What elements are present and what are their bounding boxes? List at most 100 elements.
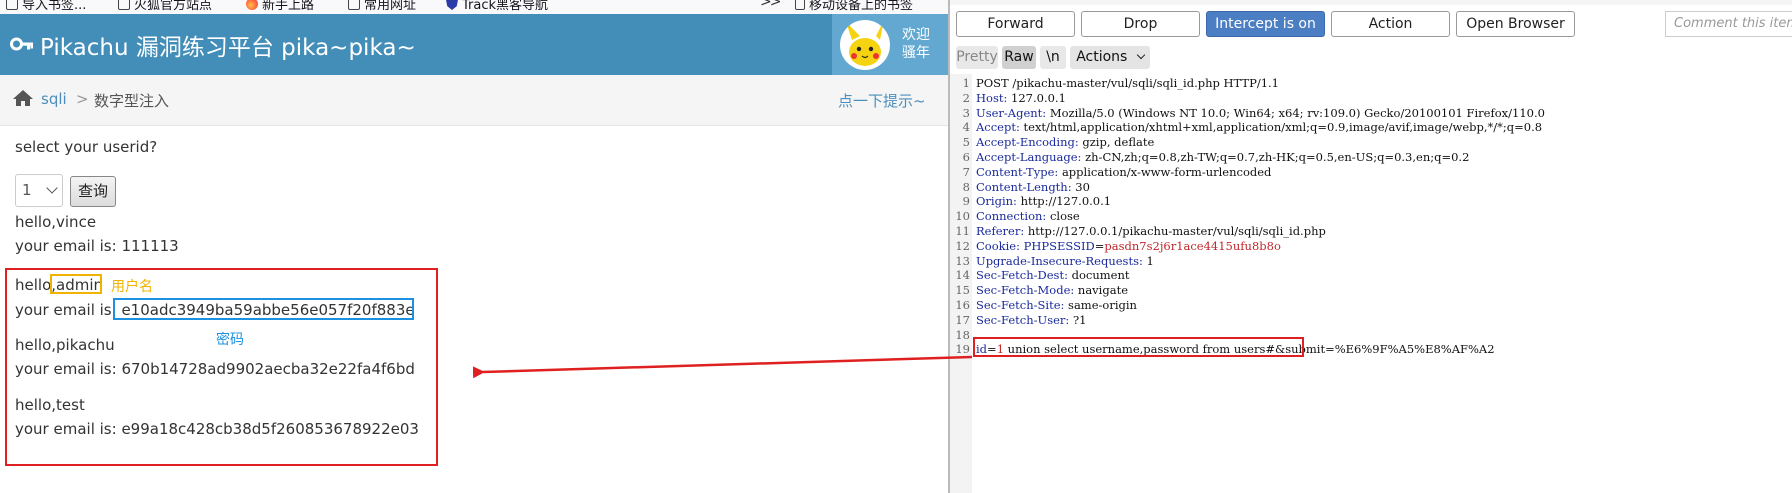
intercept-toggle-button[interactable]: Intercept is on (1206, 11, 1325, 37)
header-name: Host: (976, 90, 1012, 105)
request-line: Accept-Language: zh-CN,zh;q=0.8,zh-TW;q=… (976, 150, 1470, 164)
request-line: Accept: text/html,application/xhtml+xml,… (976, 120, 1543, 135)
folder-icon (348, 0, 360, 10)
key-icon (10, 37, 33, 51)
username-annotation: 用户名 (111, 279, 153, 295)
line-number: 7 (962, 164, 970, 179)
chevron-down-icon (1136, 50, 1146, 60)
request-line: Accept-Encoding: gzip, deflate (976, 135, 1155, 150)
burp-pane: Forward Drop Intercept is on Action Open… (948, 0, 1792, 493)
site-title-text: Pikachu 漏洞练习平台 pika~pika~ (40, 35, 416, 61)
email-value: 111113 (121, 237, 179, 255)
request-line: Sec-Fetch-Site: same-origin (976, 298, 1137, 312)
request-line: Sec-Fetch-Mode: navigate (976, 283, 1129, 298)
header-name: Sec-Fetch-Dest: (976, 268, 1072, 283)
selected-value: 1 (22, 181, 32, 199)
request-line: Cookie: PHPSESSID=pasdn7s2j6r1ace4415ufu… (976, 238, 1281, 253)
header-name: User-Agent: (976, 105, 1050, 120)
injection-highlight-box (973, 337, 1304, 357)
actions-dropdown[interactable]: Actions (1070, 46, 1150, 69)
comment-input[interactable]: Comment this item (1665, 11, 1792, 37)
request-line: Origin: http://127.0.0.1 (976, 194, 1112, 209)
request-line: User-Agent: Mozilla/5.0 (Windows NT 10.0… (976, 105, 1545, 120)
request-line: Upgrade-Insecure-Requests: 1 (976, 253, 1154, 268)
line-number: 17 (955, 312, 970, 327)
result-email: your email is: 111113 (15, 237, 179, 255)
tab-raw[interactable]: Raw (1002, 46, 1036, 69)
line-number: 3 (962, 105, 970, 120)
pikachu-avatar-icon (846, 20, 884, 66)
forward-button[interactable]: Forward (956, 11, 1075, 37)
header-name: Origin: (976, 194, 1021, 209)
main-content: select your userid? 1 查询 hello,vince you… (0, 126, 948, 493)
form-prompt: select your userid? (15, 138, 158, 156)
tab-pretty[interactable]: Pretty (956, 46, 998, 69)
bookmark-firefox-site[interactable]: 火狐官方站点 (118, 0, 212, 13)
welcome-line: 骚年 (902, 45, 930, 61)
line-number: 19 (955, 342, 970, 357)
header-name: Referer: (976, 224, 1028, 238)
line-number: 18 (955, 327, 970, 342)
header-name: Sec-Fetch-Site: (976, 298, 1069, 312)
bookmark-label: 火狐官方站点 (134, 0, 213, 13)
header-name: Sec-Fetch-Mode: (976, 283, 1078, 298)
line-number: 11 (955, 224, 970, 238)
folder-icon (118, 0, 130, 10)
more-bookmarks-icon[interactable]: >> (760, 0, 782, 10)
bookmark-label: 导入书签... (22, 0, 87, 13)
request-line: Sec-Fetch-Dest: document (976, 268, 1130, 283)
welcome-line: 欢迎 (902, 27, 930, 43)
user-menu[interactable]: 欢迎 骚年 (832, 14, 948, 75)
mobile-icon (795, 0, 805, 10)
line-number: 2 (962, 90, 970, 105)
line-number: 14 (955, 268, 970, 283)
email-prefix: your email is: (15, 237, 122, 255)
line-number: 9 (962, 194, 970, 209)
bookmark-getting-started[interactable]: 新手上路 (246, 0, 314, 13)
line-number: 6 (962, 150, 970, 164)
tab-newline[interactable]: \n (1040, 46, 1066, 69)
header-name: Content-Type: (976, 164, 1062, 179)
password-highlight-box (113, 298, 414, 320)
query-button[interactable]: 查询 (70, 176, 116, 207)
username-highlight-box (50, 274, 102, 294)
line-number: 10 (955, 209, 970, 224)
bookmark-track[interactable]: Track黑客导航 (446, 0, 548, 13)
action-button[interactable]: Action (1331, 11, 1450, 37)
bookmark-label: 新手上路 (262, 0, 315, 13)
bookmark-import[interactable]: 导入书签... (6, 0, 86, 13)
bookmark-label: Track黑客导航 (462, 0, 549, 13)
bookmark-label: 常用网址 (364, 0, 417, 13)
site-title[interactable]: Pikachu 漏洞练习平台 pika~pika~ (10, 28, 416, 62)
breadcrumb-sqli-link[interactable]: sqli (41, 90, 67, 108)
header-name: Connection: (976, 209, 1050, 224)
drop-button[interactable]: Drop (1081, 11, 1200, 37)
header-name: Upgrade-Insecure-Requests: (976, 253, 1147, 268)
avatar (840, 20, 890, 70)
home-icon[interactable] (12, 89, 34, 107)
line-number: 13 (955, 253, 970, 268)
chevron-down-icon (46, 182, 58, 194)
cookie-name: PHPSESSID (1023, 238, 1095, 253)
hint-link[interactable]: 点一下提示~ (838, 90, 926, 111)
breadcrumb-current: 数字型注入 (94, 92, 170, 110)
request-editor[interactable]: 1 POST /pikachu-master/vul/sqli/sqli_id.p… (950, 74, 1792, 493)
request-line: Sec-Fetch-User: ?1 (976, 312, 1087, 327)
firefox-icon (246, 0, 258, 10)
header-name: Accept-Encoding: (976, 135, 1083, 150)
actions-label: Actions (1076, 49, 1128, 65)
import-icon (6, 0, 18, 10)
open-browser-button[interactable]: Open Browser (1456, 11, 1575, 37)
line-number: 16 (955, 298, 970, 312)
bookmark-mobile[interactable]: 移动设备上的书签 (795, 0, 913, 13)
site-header: Pikachu 漏洞练习平台 pika~pika~ 欢迎 骚年 (0, 14, 948, 75)
userid-select[interactable]: 1 (15, 174, 63, 207)
header-name: Content-Length: (976, 179, 1076, 194)
line-number: 15 (955, 283, 970, 298)
line-number: 8 (962, 179, 970, 194)
password-annotation: 密码 (216, 332, 244, 348)
bookmark-common-sites[interactable]: 常用网址 (348, 0, 416, 13)
request-line: Content-Length: 30 (976, 179, 1090, 194)
editor-tabs: Pretty Raw \n Actions (950, 45, 1792, 70)
breadcrumb-separator: > (76, 90, 89, 108)
